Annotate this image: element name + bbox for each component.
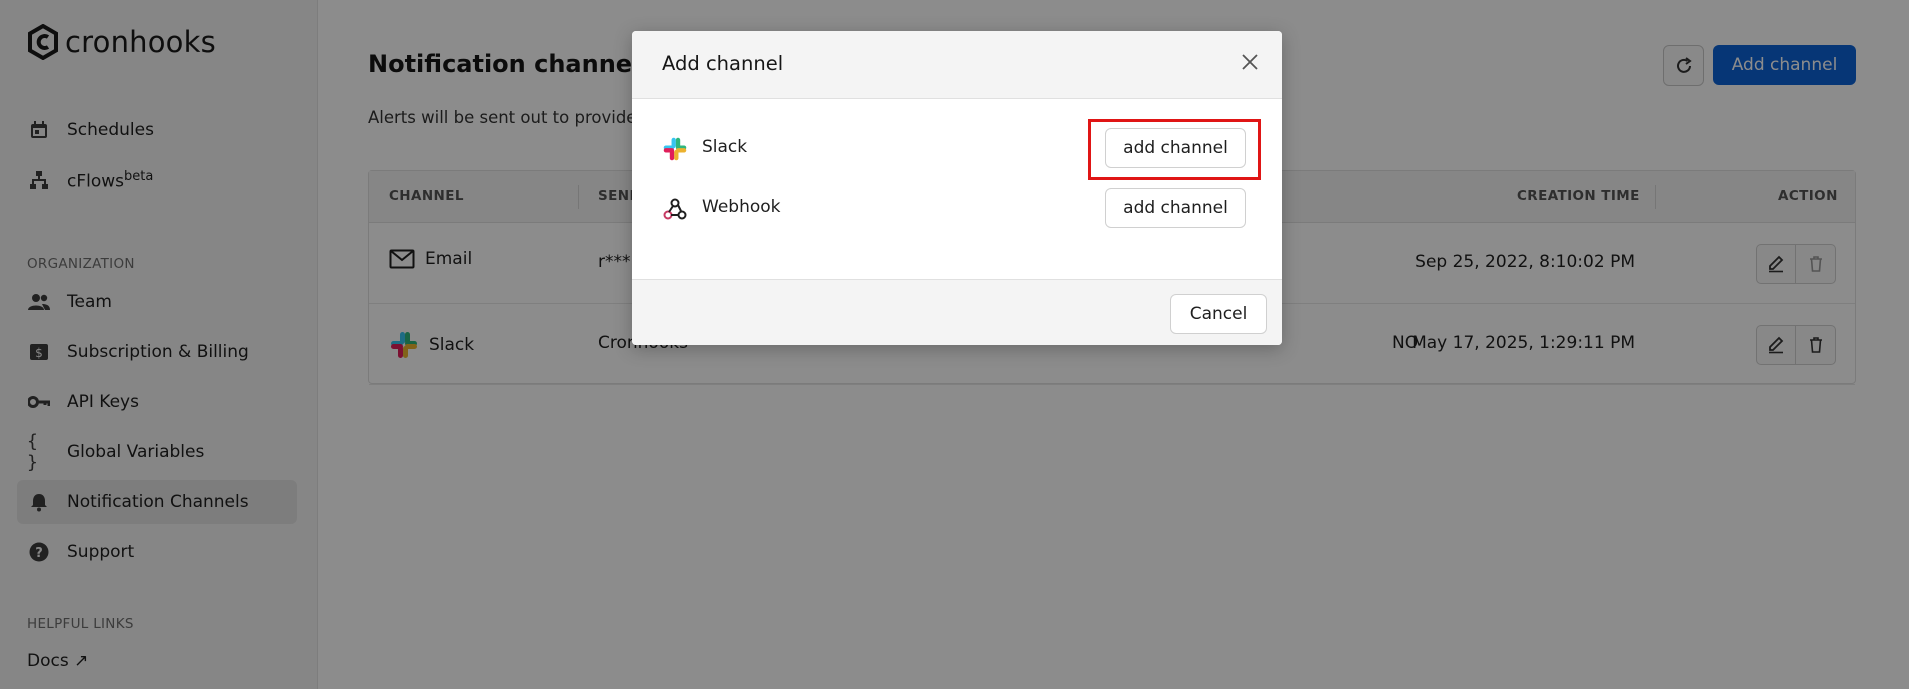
modal-title: Add channel bbox=[662, 52, 784, 75]
close-icon bbox=[1242, 54, 1258, 70]
option-label: Slack bbox=[702, 137, 748, 157]
close-button[interactable] bbox=[1237, 49, 1263, 75]
option-label: Webhook bbox=[702, 197, 781, 217]
slack-icon bbox=[663, 137, 687, 161]
add-webhook-channel-button[interactable]: add channel bbox=[1105, 188, 1246, 228]
webhook-icon bbox=[663, 198, 687, 220]
add-channel-modal: Add channel Slack add channel Webhook ad… bbox=[632, 31, 1282, 345]
highlight-box bbox=[1088, 119, 1261, 180]
modal-header: Add channel bbox=[632, 31, 1282, 99]
modal-option-webhook: Webhook add channel bbox=[662, 187, 1252, 228]
cancel-button[interactable]: Cancel bbox=[1170, 294, 1267, 334]
modal-footer: Cancel bbox=[632, 279, 1282, 345]
